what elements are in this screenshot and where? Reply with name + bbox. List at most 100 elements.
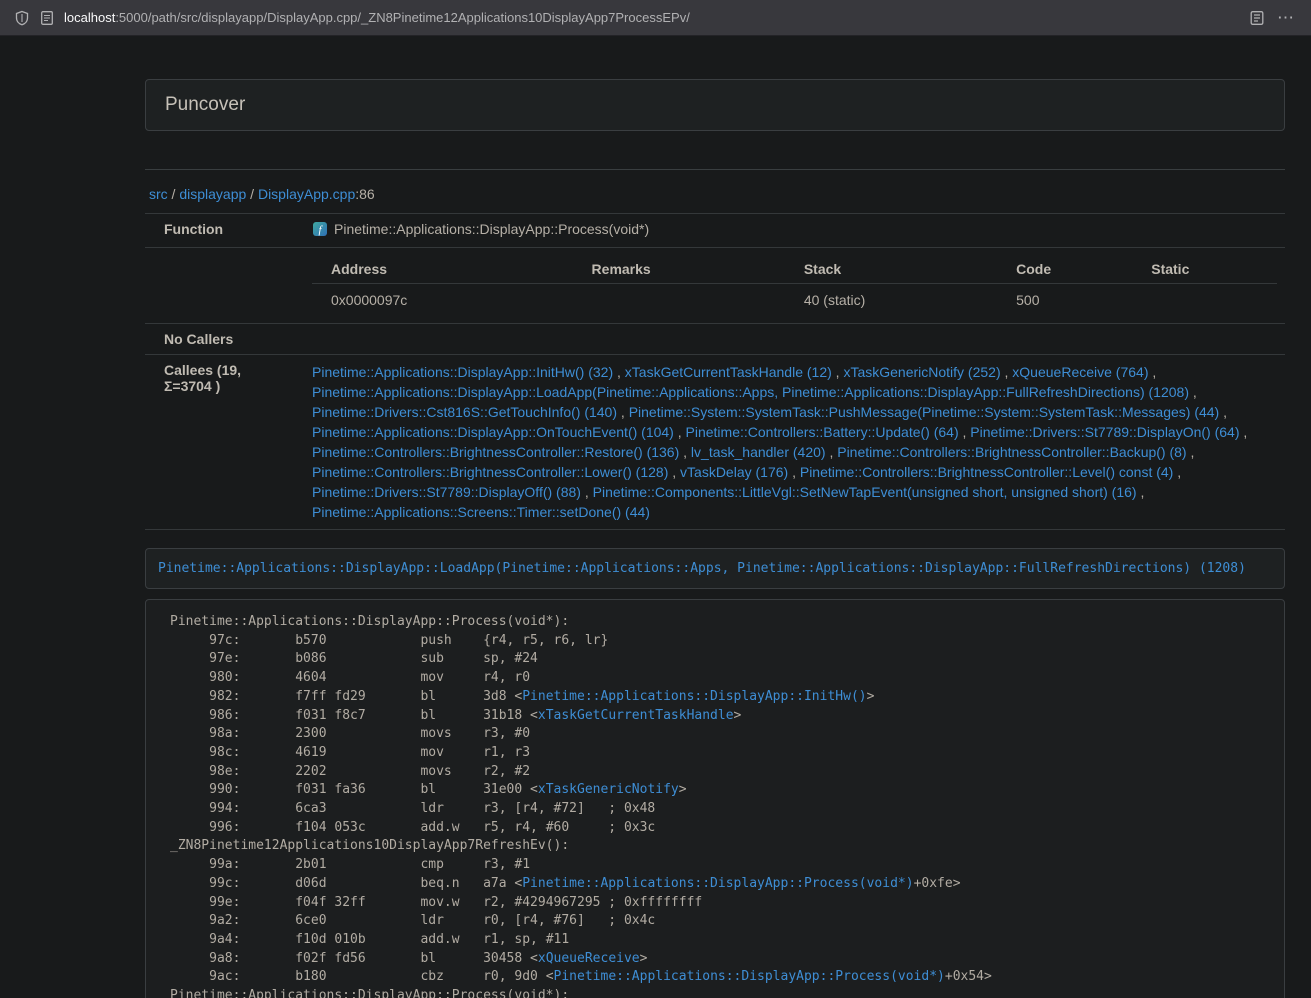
text: 98e: 2202 movs r2, #2 bbox=[170, 764, 530, 779]
puncover-page: { "browser": { "host": "localhost", "pat… bbox=[0, 0, 1311, 998]
text: / bbox=[246, 186, 258, 202]
callee-link[interactable]: Pinetime::Drivers::St7789::DisplayOff() … bbox=[312, 484, 581, 500]
text: 97e: b086 sub sp, #24 bbox=[170, 651, 538, 666]
code-symbol-link[interactable]: Pinetime::Applications::DisplayApp::Proc… bbox=[522, 876, 913, 891]
text: , bbox=[1187, 444, 1195, 460]
text: 986: f031 f8c7 bl 31b18 < bbox=[170, 708, 538, 723]
browser-toolbar: localhost:5000/path/src/displayapp/Displ… bbox=[0, 0, 1311, 36]
callee-link[interactable]: Pinetime::Components::LittleVgl::SetNewT… bbox=[593, 484, 1137, 500]
overflow-menu-icon[interactable]: ⋯ bbox=[1275, 9, 1297, 26]
callee-link[interactable]: Pinetime::System::SystemTask::PushMessag… bbox=[629, 404, 1220, 420]
shield-icon[interactable] bbox=[14, 10, 30, 26]
col-static: Static bbox=[1132, 255, 1277, 284]
code-line: 9a2: 6ce0 ldr r0, [r4, #76] ; 0x4c bbox=[170, 912, 1271, 931]
summary-header-row: Address Remarks Stack Code Static bbox=[312, 255, 1277, 284]
function-name-cell: f Pinetime::Applications::DisplayApp::Pr… bbox=[293, 214, 1285, 248]
text: 99e: f04f 32ff mov.w r2, #4294967295 ; 0… bbox=[170, 895, 702, 910]
remarks-value bbox=[573, 284, 785, 317]
callee-link[interactable]: xQueueReceive (764) bbox=[1012, 364, 1148, 380]
breadcrumb-link[interactable]: DisplayApp.cpp bbox=[258, 186, 355, 202]
callee-link[interactable]: Pinetime::Controllers::Battery::Update()… bbox=[686, 424, 959, 440]
text: , bbox=[1001, 364, 1013, 380]
callee-link[interactable]: Pinetime::Controllers::BrightnessControl… bbox=[312, 464, 668, 480]
text: , bbox=[613, 364, 625, 380]
callee-link[interactable]: Pinetime::Controllers::BrightnessControl… bbox=[800, 464, 1173, 480]
callee-link[interactable]: Pinetime::Applications::Screens::Timer::… bbox=[312, 504, 650, 520]
callee-link[interactable]: Pinetime::Applications::DisplayApp::Init… bbox=[312, 364, 613, 380]
code-line: 9a8: f02f fd56 bl 30458 <xQueueReceive> bbox=[170, 950, 1271, 969]
code-line: 9ac: b180 cbz r0, 9d0 <Pinetime::Applica… bbox=[170, 968, 1271, 987]
reader-view-icon[interactable] bbox=[1249, 10, 1265, 26]
text: / bbox=[168, 186, 180, 202]
text: , bbox=[674, 424, 686, 440]
page-proxy-icon[interactable] bbox=[40, 10, 54, 26]
code-line: _ZN8Pinetime12Applications10DisplayApp7R… bbox=[170, 837, 1271, 856]
text: 9a8: f02f fd56 bl 30458 < bbox=[170, 951, 538, 966]
callee-link[interactable]: Pinetime::Drivers::St7789::DisplayOn() (… bbox=[970, 424, 1239, 440]
code-symbol-link[interactable]: xTaskGetCurrentTaskHandle bbox=[538, 708, 734, 723]
callee-link[interactable]: Pinetime::Applications::DisplayApp::OnTo… bbox=[312, 424, 674, 440]
code-line: 990: f031 fa36 bl 31e00 <xTaskGenericNot… bbox=[170, 781, 1271, 800]
text: 98a: 2300 movs r3, #0 bbox=[170, 726, 530, 741]
text: , bbox=[959, 424, 971, 440]
text: 980: 4604 mov r4, r0 bbox=[170, 670, 530, 685]
text: 9a4: f10d 010b add.w r1, sp, #11 bbox=[170, 932, 569, 947]
text: , bbox=[1137, 484, 1145, 500]
text: :86 bbox=[355, 186, 374, 202]
text: , bbox=[1240, 424, 1248, 440]
text: , bbox=[788, 464, 800, 480]
callees-label: Callees (19, Σ=3704 ) bbox=[145, 355, 293, 530]
highlighted-symbol-card: Pinetime::Applications::DisplayApp::Load… bbox=[145, 548, 1285, 589]
callee-link[interactable]: Pinetime::Drivers::Cst816S::GetTouchInfo… bbox=[312, 404, 617, 420]
text: , bbox=[617, 404, 629, 420]
code-symbol-link[interactable]: Pinetime::Applications::DisplayApp::Init… bbox=[522, 689, 866, 704]
callee-link[interactable]: vTaskDelay (176) bbox=[680, 464, 788, 480]
code-line: 98a: 2300 movs r3, #0 bbox=[170, 725, 1271, 744]
url-bar[interactable]: localhost:5000/path/src/displayapp/Displ… bbox=[64, 10, 1239, 25]
function-name: Pinetime::Applications::DisplayApp::Proc… bbox=[334, 221, 649, 237]
text: 9a2: 6ce0 ldr r0, [r4, #76] ; 0x4c bbox=[170, 913, 655, 928]
title-card: Puncover bbox=[145, 79, 1285, 131]
function-icon: f bbox=[312, 221, 328, 240]
text: +0x54> bbox=[945, 969, 992, 984]
callee-link[interactable]: Pinetime::Controllers::BrightnessControl… bbox=[312, 444, 679, 460]
text: 994: 6ca3 ldr r3, [r4, #72] ; 0x48 bbox=[170, 801, 655, 816]
code-line: 98c: 4619 mov r1, r3 bbox=[170, 744, 1271, 763]
text: , bbox=[1189, 384, 1197, 400]
callee-link[interactable]: xTaskGenericNotify (252) bbox=[843, 364, 1000, 380]
text: , bbox=[668, 464, 680, 480]
breadcrumb-link[interactable]: src bbox=[149, 186, 168, 202]
highlighted-symbol-link[interactable]: Pinetime::Applications::DisplayApp::Load… bbox=[158, 561, 1246, 576]
url-path: :5000/path/src/displayapp/DisplayApp.cpp… bbox=[115, 10, 690, 25]
text: , bbox=[1173, 464, 1181, 480]
code-symbol-link[interactable]: xQueueReceive bbox=[538, 951, 640, 966]
code-line: 99c: d06d beq.n a7a <Pinetime::Applicati… bbox=[170, 875, 1271, 894]
code-line: 99e: f04f 32ff mov.w r2, #4294967295 ; 0… bbox=[170, 894, 1271, 913]
text: , bbox=[679, 444, 691, 460]
code-symbol-link[interactable]: Pinetime::Applications::DisplayApp::Proc… bbox=[554, 969, 945, 984]
text: 996: f104 053c add.w r5, r4, #60 ; 0x3c bbox=[170, 820, 655, 835]
text: 990: f031 fa36 bl 31e00 < bbox=[170, 782, 538, 797]
text: 97c: b570 push {r4, r5, r6, lr} bbox=[170, 633, 608, 648]
content-container: Puncover src / displayapp / DisplayApp.c… bbox=[145, 79, 1285, 998]
code-line: 980: 4604 mov r4, r0 bbox=[170, 669, 1271, 688]
callee-link[interactable]: Pinetime::Controllers::BrightnessControl… bbox=[837, 444, 1186, 460]
divider bbox=[145, 169, 1285, 170]
no-callers-row: No Callers bbox=[145, 324, 1285, 355]
code-symbol-link[interactable]: xTaskGenericNotify bbox=[538, 782, 679, 797]
text: _ZN8Pinetime12Applications10DisplayApp7R… bbox=[170, 838, 569, 853]
text: Pinetime::Applications::DisplayApp::Proc… bbox=[170, 614, 569, 629]
breadcrumb-link[interactable]: displayapp bbox=[179, 186, 246, 202]
disassembly-card: Pinetime::Applications::DisplayApp::Proc… bbox=[145, 599, 1285, 998]
callee-link[interactable]: xTaskGetCurrentTaskHandle (12) bbox=[625, 364, 832, 380]
symbol-table: Function f Pi bbox=[145, 213, 1285, 530]
col-remarks: Remarks bbox=[573, 255, 785, 284]
callee-link[interactable]: lv_task_handler (420) bbox=[691, 444, 826, 460]
text: > bbox=[640, 951, 648, 966]
code-line: 97c: b570 push {r4, r5, r6, lr} bbox=[170, 632, 1271, 651]
code-line: 9a4: f10d 010b add.w r1, sp, #11 bbox=[170, 931, 1271, 950]
no-callers-label: No Callers bbox=[145, 324, 293, 355]
text: , bbox=[1219, 404, 1227, 420]
callee-link[interactable]: Pinetime::Applications::DisplayApp::Load… bbox=[312, 384, 1189, 400]
code-line: 994: 6ca3 ldr r3, [r4, #72] ; 0x48 bbox=[170, 800, 1271, 819]
